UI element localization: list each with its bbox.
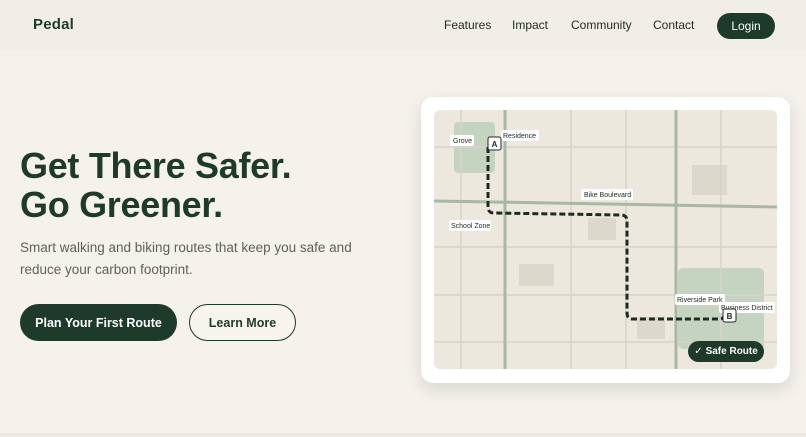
nav-link-features[interactable]: Features — [444, 18, 491, 32]
residence-label: Residence — [503, 133, 536, 140]
building-block — [519, 264, 554, 286]
brand-logo[interactable]: Pedal — [33, 16, 74, 33]
headline-line-2: Go Greener. — [20, 184, 223, 225]
building-block — [588, 218, 616, 240]
nav-link-community[interactable]: Community — [571, 18, 632, 32]
school-zone-label: School Zone — [451, 223, 490, 230]
safe-route-badge[interactable]: ✓ Safe Route — [688, 341, 764, 362]
headline-line-1: Get There Safer. — [20, 145, 292, 186]
nav-link-impact[interactable]: Impact — [512, 18, 548, 32]
login-button[interactable]: Login — [717, 13, 775, 39]
nav-link-contact[interactable]: Contact — [653, 18, 694, 32]
learn-more-button[interactable]: Learn More — [189, 304, 296, 341]
safe-route-label: Safe Route — [705, 346, 758, 357]
end-marker-label: B — [727, 312, 733, 321]
plan-route-button[interactable]: Plan Your First Route — [20, 304, 177, 341]
top-nav: Pedal Features Impact Community Contact … — [0, 0, 806, 50]
check-icon: ✓ — [694, 346, 703, 357]
hero-subtitle: Smart walking and biking routes that kee… — [20, 240, 352, 277]
bike-boulevard-label: Bike Boulevard — [584, 192, 631, 199]
riverside-park-label: Riverside Park — [677, 297, 723, 304]
grove-label: Grove — [453, 138, 472, 145]
start-marker-label: A — [492, 140, 498, 149]
hero-headline: Get There Safer. Go Greener. — [20, 145, 292, 225]
footer-strip — [0, 433, 806, 437]
